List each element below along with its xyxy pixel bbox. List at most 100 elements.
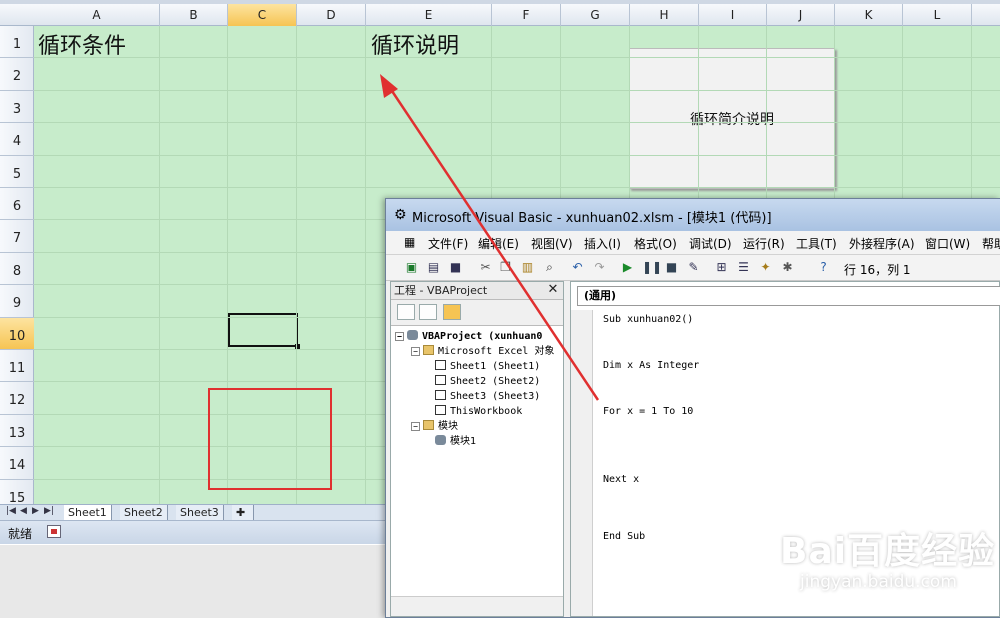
- project-explorer-icon[interactable]: ⊞: [714, 260, 729, 275]
- gridline-horizontal: [34, 187, 1000, 188]
- row-header-11[interactable]: 11: [0, 350, 34, 383]
- menu-view[interactable]: 视图(V): [531, 235, 573, 252]
- column-header-k[interactable]: K: [835, 4, 903, 26]
- row-header-12[interactable]: 12: [0, 382, 34, 415]
- object-browser-icon[interactable]: ✦: [758, 260, 773, 275]
- undo-icon[interactable]: ↶: [570, 260, 585, 275]
- column-header-i[interactable]: I: [699, 4, 767, 26]
- tree-sheet3-label: Sheet3 (Sheet3): [450, 391, 541, 402]
- view-object-button[interactable]: [419, 304, 437, 320]
- watermark-logo: Bai百度经验: [780, 531, 996, 572]
- menu-format[interactable]: 格式(O): [634, 235, 677, 252]
- save-icon[interactable]: ■: [448, 260, 463, 275]
- vba-app-icon: ⚙: [394, 207, 407, 223]
- tree-module1[interactable]: 模块1: [435, 435, 476, 449]
- tree-modules-folder[interactable]: − 模块: [411, 420, 458, 434]
- column-header-f[interactable]: F: [492, 4, 561, 26]
- gridline-horizontal: [34, 89, 1000, 91]
- row-header-13[interactable]: 13: [0, 415, 34, 448]
- vba-doc-icon[interactable]: ▦: [404, 235, 415, 249]
- last-sheet-icon[interactable]: ▶|: [44, 506, 54, 516]
- row-header-5[interactable]: 5: [0, 156, 34, 188]
- column-header-e[interactable]: E: [366, 4, 492, 26]
- sheet-tab-sheet2[interactable]: Sheet2: [120, 505, 168, 520]
- collapse-icon[interactable]: −: [395, 332, 404, 341]
- sheet-tab-sheet1[interactable]: Sheet1: [64, 505, 112, 520]
- column-header-h[interactable]: H: [630, 4, 699, 26]
- collapse-icon[interactable]: −: [411, 347, 420, 356]
- cut-icon[interactable]: ✂: [478, 260, 493, 275]
- menu-edit[interactable]: 编辑(E): [478, 235, 519, 252]
- column-header-a[interactable]: A: [34, 4, 160, 26]
- active-cell-c10[interactable]: [228, 313, 300, 349]
- menu-debug[interactable]: 调试(D): [689, 235, 732, 252]
- project-horizontal-scrollbar[interactable]: [391, 596, 563, 616]
- row-headers: 1 2 3 4 5 6 7 8 9 10 11 12 13 14 15: [0, 26, 34, 512]
- tree-sheet1[interactable]: Sheet1 (Sheet1): [435, 360, 540, 374]
- macro-record-icon[interactable]: [47, 525, 61, 538]
- toggle-folders-button[interactable]: [443, 304, 461, 320]
- help-icon[interactable]: ?: [816, 260, 831, 275]
- vba-standard-toolbar: ▣ ▤ ■ ✂ ❐ ▥ ⌕ ↶ ↷ ▶ ❚❚ ■ ✎ ⊞ ☰ ✦ ✱ ? 行 1…: [386, 255, 1000, 281]
- cursor-position: 行 16，列 1: [844, 263, 911, 277]
- object-dropdown[interactable]: (通用): [577, 286, 1000, 306]
- menu-file[interactable]: 文件(F): [428, 235, 468, 252]
- row-header-3[interactable]: 3: [0, 91, 34, 124]
- row-header-4[interactable]: 4: [0, 123, 34, 156]
- folder-icon: [423, 345, 434, 355]
- next-sheet-icon[interactable]: ▶: [32, 506, 39, 516]
- insert-userform-icon[interactable]: ▤: [426, 260, 441, 275]
- cell-a1[interactable]: 循环条件: [38, 28, 126, 60]
- menu-run[interactable]: 运行(R): [743, 235, 785, 252]
- menu-help[interactable]: 帮助: [982, 235, 1000, 252]
- toolbox-icon[interactable]: ✱: [780, 260, 795, 275]
- reset-icon[interactable]: ■: [664, 260, 679, 275]
- find-icon[interactable]: ⌕: [542, 260, 557, 275]
- menu-window[interactable]: 窗口(W): [925, 235, 970, 252]
- row-header-9[interactable]: 9: [0, 285, 34, 318]
- column-header-b[interactable]: B: [160, 4, 228, 26]
- workbook-icon: [435, 405, 446, 415]
- sheet-tab-sheet3[interactable]: Sheet3: [176, 505, 224, 520]
- break-icon[interactable]: ❚❚: [642, 260, 662, 275]
- properties-icon[interactable]: ☰: [736, 260, 751, 275]
- first-sheet-icon[interactable]: |◀: [6, 506, 16, 516]
- design-mode-icon[interactable]: ✎: [686, 260, 701, 275]
- prev-sheet-icon[interactable]: ◀: [20, 506, 27, 516]
- cell-e1[interactable]: 循环说明: [371, 28, 459, 60]
- menu-insert[interactable]: 插入(I): [584, 235, 621, 252]
- close-icon[interactable]: ✕: [545, 282, 561, 298]
- insert-sheet-icon[interactable]: ✚: [232, 505, 254, 520]
- redo-icon[interactable]: ↷: [592, 260, 607, 275]
- menu-tools[interactable]: 工具(T): [796, 235, 837, 252]
- column-header-g[interactable]: G: [561, 4, 630, 26]
- tree-sheet3[interactable]: Sheet3 (Sheet3): [435, 390, 540, 404]
- column-header-d[interactable]: D: [297, 4, 366, 26]
- view-code-button[interactable]: [397, 304, 415, 320]
- row-header-10[interactable]: 10: [0, 317, 34, 350]
- column-header-c[interactable]: C: [228, 4, 297, 26]
- tree-excel-objects[interactable]: − Microsoft Excel 对象: [411, 345, 554, 359]
- view-excel-icon[interactable]: ▣: [404, 260, 419, 275]
- row-header-7[interactable]: 7: [0, 220, 34, 253]
- column-header-j[interactable]: J: [767, 4, 835, 26]
- row-header-14[interactable]: 14: [0, 447, 34, 480]
- row-header-8[interactable]: 8: [0, 253, 34, 286]
- collapse-icon[interactable]: −: [411, 422, 420, 431]
- run-icon[interactable]: ▶: [620, 260, 635, 275]
- gridline-vertical: [159, 26, 160, 504]
- tree-sheet2[interactable]: Sheet2 (Sheet2): [435, 375, 540, 389]
- copy-icon[interactable]: ❐: [498, 260, 513, 275]
- menu-addins[interactable]: 外接程序(A): [849, 235, 915, 252]
- row-header-1[interactable]: 1: [0, 26, 34, 59]
- row-header-6[interactable]: 6: [0, 188, 34, 221]
- loop-intro-shape[interactable]: 循环简介说明: [629, 48, 835, 189]
- tree-excel-objects-label: Microsoft Excel 对象: [438, 346, 555, 357]
- sheet-icon: [435, 360, 446, 370]
- paste-icon[interactable]: ▥: [520, 260, 535, 275]
- code-margin-indicator-bar[interactable]: [571, 310, 593, 616]
- tree-thisworkbook[interactable]: ThisWorkbook: [435, 405, 522, 419]
- row-header-2[interactable]: 2: [0, 58, 34, 91]
- column-header-l[interactable]: L: [903, 4, 972, 26]
- tree-root[interactable]: − VBAProject (xunhuan0: [395, 330, 542, 344]
